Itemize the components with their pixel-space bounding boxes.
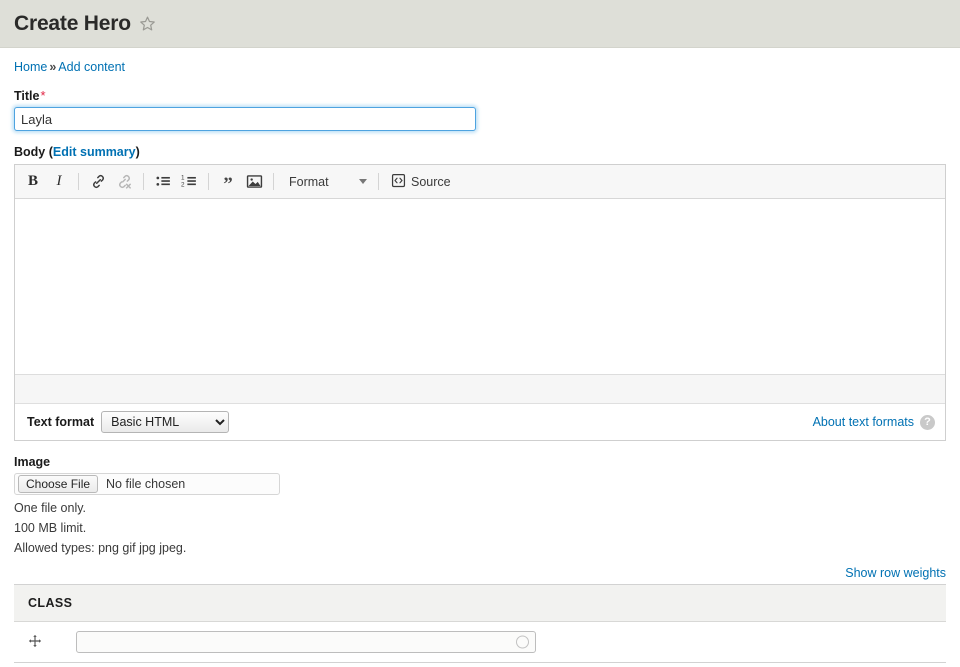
title-label: Title* xyxy=(14,88,946,103)
file-help-allowed-types: Allowed types: png gif jpg jpeg. xyxy=(14,541,187,555)
choose-file-button[interactable]: Choose File xyxy=(18,475,99,493)
drag-handle-cell xyxy=(14,621,62,663)
class-input-cell xyxy=(62,621,946,663)
row-weights-toggle-wrap: Show row weights xyxy=(0,555,960,584)
source-button[interactable]: Source xyxy=(386,170,456,194)
svg-text:1: 1 xyxy=(181,174,185,181)
bullet-list-icon[interactable] xyxy=(151,170,175,194)
title-input[interactable] xyxy=(14,107,476,131)
breadcrumb-link-add-content[interactable]: Add content xyxy=(58,60,125,74)
format-dropdown[interactable]: Format xyxy=(281,170,371,194)
breadcrumb-separator: » xyxy=(49,60,57,74)
bold-button[interactable]: B xyxy=(21,170,45,194)
table-row xyxy=(14,621,946,663)
italic-button[interactable]: I xyxy=(47,170,71,194)
toolbar-separator xyxy=(143,173,144,190)
title-field-group: Title* xyxy=(14,88,946,131)
edit-summary-link[interactable]: Edit summary xyxy=(53,145,136,159)
text-format-bar: Text format Basic HTML About text format… xyxy=(15,403,945,440)
class-input[interactable] xyxy=(76,631,536,653)
numbered-list-icon[interactable]: 1 2 xyxy=(177,170,201,194)
image-label: Image xyxy=(14,455,51,469)
close-paren: ) xyxy=(135,145,140,159)
class-column-header: CLASS xyxy=(14,584,946,622)
file-status-text: No file chosen xyxy=(106,477,186,491)
ckeditor-resize-handle[interactable] xyxy=(15,374,945,403)
class-table-header-row: CLASS xyxy=(14,584,946,622)
class-table: CLASS xyxy=(14,584,946,663)
text-format-label: Text format xyxy=(27,415,95,429)
format-dropdown-label: Format xyxy=(289,174,329,189)
breadcrumb-link-home[interactable]: Home xyxy=(14,60,47,74)
question-mark-icon[interactable]: ? xyxy=(920,414,935,430)
file-help-one-file: One file only. xyxy=(14,501,87,515)
text-format-select[interactable]: Basic HTML xyxy=(101,411,230,433)
source-button-label: Source xyxy=(411,174,451,189)
title-label-text: Title xyxy=(14,89,40,103)
toolbar-separator xyxy=(208,173,209,190)
ckeditor-container: B I 1 2 ” Format Source Text format Basi… xyxy=(14,164,946,441)
page-title: Create Hero xyxy=(14,11,131,35)
toolbar-separator xyxy=(273,173,274,190)
toolbar-separator xyxy=(78,173,79,190)
chevron-down-icon xyxy=(359,179,367,184)
file-help-size-limit: 100 MB limit. xyxy=(14,521,87,535)
body-field-group: Body (Edit summary) B I 1 2 ” Format Sou… xyxy=(14,145,946,441)
star-outline-icon[interactable] xyxy=(139,15,156,32)
source-code-icon xyxy=(391,173,406,191)
toolbar-separator xyxy=(378,173,379,190)
body-label-text: Body xyxy=(14,145,46,159)
link-icon[interactable] xyxy=(86,170,110,194)
page-header: Create Hero xyxy=(0,0,960,48)
breadcrumb: Home» Add content xyxy=(0,48,960,74)
body-editable-area[interactable] xyxy=(15,199,945,374)
body-label: Body (Edit summary) xyxy=(14,145,946,159)
image-icon[interactable] xyxy=(242,170,266,194)
about-text-formats-link[interactable]: About text formats xyxy=(813,415,914,429)
node-form: Title* Body (Edit summary) B I xyxy=(0,88,960,555)
file-upload-control[interactable]: Choose File No file chosen xyxy=(14,473,280,495)
blockquote-icon[interactable]: ” xyxy=(216,170,240,194)
show-row-weights-link[interactable]: Show row weights xyxy=(845,566,946,580)
unlink-icon xyxy=(112,170,136,194)
svg-text:2: 2 xyxy=(181,181,185,188)
required-marker: * xyxy=(40,88,46,103)
class-autocomplete-wrap xyxy=(76,631,536,653)
drag-move-icon[interactable] xyxy=(28,634,42,648)
ckeditor-toolbar: B I 1 2 ” Format Source xyxy=(15,165,945,199)
image-field-group: Image Choose File No file chosen One fil… xyxy=(14,455,946,555)
